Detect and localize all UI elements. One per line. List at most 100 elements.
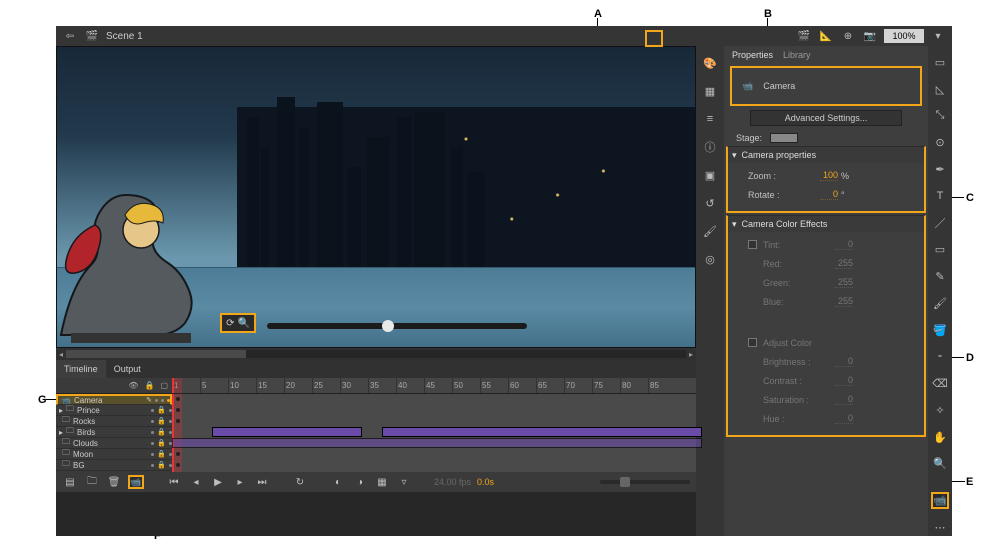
tween-span[interactable] bbox=[212, 427, 362, 437]
free-transform-icon[interactable]: ⤡ bbox=[931, 108, 949, 125]
new-folder-icon[interactable]: 🗀 bbox=[84, 474, 100, 490]
onion2-icon[interactable]: ◑ bbox=[352, 474, 368, 490]
frame-grid[interactable] bbox=[172, 394, 696, 472]
tween-span[interactable] bbox=[382, 427, 702, 437]
lock-closed-icon[interactable]: 🔒 bbox=[157, 406, 166, 414]
tab-properties[interactable]: Properties bbox=[732, 50, 773, 60]
zoom-tool-icon[interactable]: 🔍 bbox=[931, 455, 949, 472]
visibility-icon[interactable]: 👁 bbox=[128, 381, 138, 390]
section-header-camera-props[interactable]: ▾Camera properties bbox=[728, 147, 924, 163]
subselect-tool-icon[interactable]: ◺ bbox=[931, 81, 949, 98]
layer-row[interactable]: 🗀Moon🔒 bbox=[56, 449, 172, 460]
ruler-icon[interactable]: 📐 bbox=[818, 28, 834, 44]
marker-icon[interactable]: ▿ bbox=[396, 474, 412, 490]
new-layer-icon[interactable]: ▤ bbox=[62, 474, 78, 490]
frame-tick: 20 bbox=[284, 378, 295, 393]
goto-first-icon[interactable]: ⏮ bbox=[166, 474, 182, 490]
cc-icon[interactable]: ◎ bbox=[701, 250, 719, 268]
keyframe[interactable] bbox=[176, 397, 180, 401]
align-icon[interactable]: ≡ bbox=[701, 110, 719, 128]
keyframe[interactable] bbox=[176, 419, 180, 423]
brush-panel-icon[interactable]: 🖌 bbox=[701, 222, 719, 240]
playhead[interactable] bbox=[172, 378, 182, 393]
frame-tick: 60 bbox=[508, 378, 519, 393]
layer-row[interactable]: ▸🗀Birds🔒 bbox=[56, 427, 172, 438]
rotate-value[interactable]: 0 bbox=[820, 189, 838, 200]
annotation-g: G bbox=[38, 394, 47, 406]
hand-tool-icon[interactable]: ✋ bbox=[931, 429, 949, 446]
swatches-icon[interactable]: ▦ bbox=[701, 82, 719, 100]
line-tool-icon[interactable]: ／ bbox=[931, 215, 949, 232]
zoom-field[interactable]: 100% bbox=[884, 29, 924, 43]
time-label: 0.0s bbox=[477, 477, 494, 487]
step-back-icon[interactable]: ◂ bbox=[188, 474, 204, 490]
vis-dot[interactable] bbox=[155, 399, 158, 402]
layer-row[interactable]: ▸🗀Prince🔒 bbox=[56, 405, 172, 416]
lock-dot[interactable] bbox=[161, 399, 164, 402]
tint-checkbox[interactable] bbox=[748, 240, 757, 249]
tab-output[interactable]: Output bbox=[106, 360, 149, 378]
layer-row[interactable]: 🗀BG🔒 bbox=[56, 460, 172, 471]
bone-tool-icon[interactable]: ✧ bbox=[931, 402, 949, 419]
info-icon[interactable]: ⓘ bbox=[701, 138, 719, 156]
delete-layer-icon[interactable]: 🗑 bbox=[106, 474, 122, 490]
step-fwd-icon[interactable]: ▸ bbox=[232, 474, 248, 490]
stage-color-swatch[interactable] bbox=[770, 133, 798, 143]
object-type-label: Camera bbox=[763, 81, 795, 91]
timeline-zoom-slider[interactable] bbox=[600, 480, 690, 484]
camera-toggle-icon[interactable]: 📷 bbox=[862, 28, 878, 44]
lock-icon[interactable]: 🔒 bbox=[144, 381, 154, 390]
keyframe[interactable] bbox=[176, 408, 180, 412]
slider-thumb[interactable] bbox=[382, 320, 394, 332]
adjust-checkbox[interactable] bbox=[748, 338, 757, 347]
keyframe[interactable] bbox=[176, 452, 180, 456]
section-header-color-fx[interactable]: ▾Camera Color Effects bbox=[728, 216, 924, 232]
camera-tool-icon[interactable]: 📹 bbox=[931, 492, 949, 509]
zoom-value[interactable]: 100 bbox=[820, 170, 838, 181]
stage-camera-slider[interactable] bbox=[267, 323, 527, 329]
timeline-header: 👁 🔒 ▢ 1 5 10 15 20 25 30 35 40 4 bbox=[56, 378, 696, 394]
tab-library[interactable]: Library bbox=[783, 50, 811, 60]
color-panel-icon[interactable]: 🎨 bbox=[701, 54, 719, 72]
prop-rotate: Rotate : 0 ° bbox=[748, 188, 912, 201]
back-icon[interactable]: ⇦ bbox=[62, 28, 78, 44]
bucket-tool-icon[interactable]: 🪣 bbox=[931, 322, 949, 339]
layer-row[interactable]: 🗀Clouds🔒 bbox=[56, 438, 172, 449]
outline-dot[interactable] bbox=[167, 399, 170, 402]
pen-tool-icon[interactable]: ✒ bbox=[931, 161, 949, 178]
transform-icon[interactable]: ▣ bbox=[701, 166, 719, 184]
keyframe[interactable] bbox=[176, 463, 180, 467]
rect-tool-icon[interactable]: ▭ bbox=[931, 241, 949, 258]
stage-camera-control[interactable]: ⟳ 🔍 bbox=[220, 313, 256, 333]
scene-icon[interactable]: 🎬 bbox=[84, 28, 100, 44]
target-icon[interactable]: ⊕ bbox=[840, 28, 856, 44]
frame-tick: 10 bbox=[228, 378, 239, 393]
lasso-tool-icon[interactable]: ⊙ bbox=[931, 134, 949, 151]
stage-scrollbar[interactable]: ◂ ▸ bbox=[56, 348, 696, 360]
play-icon[interactable]: ▶ bbox=[210, 474, 226, 490]
playhead-body[interactable] bbox=[172, 394, 182, 472]
tab-timeline[interactable]: Timeline bbox=[56, 360, 106, 378]
edit-mult-icon[interactable]: ▦ bbox=[374, 474, 390, 490]
selection-tool-icon[interactable]: ▭ bbox=[931, 54, 949, 71]
options-icon[interactable]: ⋯ bbox=[931, 519, 949, 536]
pencil-tool-icon[interactable]: ✎ bbox=[931, 268, 949, 285]
advanced-settings-button[interactable]: Advanced Settings... bbox=[750, 110, 902, 126]
stage-column: ⟳ 🔍 ◂ ▸ Timeline bbox=[56, 46, 696, 536]
zoom-dropdown-icon[interactable]: ▾ bbox=[930, 28, 946, 44]
clapper-icon[interactable]: 🎬 bbox=[796, 28, 812, 44]
outline-icon[interactable]: ▢ bbox=[160, 381, 168, 390]
artwork-prince bbox=[56, 165, 221, 345]
loop-icon[interactable]: ↻ bbox=[292, 474, 308, 490]
text-tool-icon[interactable]: T bbox=[931, 188, 949, 205]
goto-last-icon[interactable]: ⏭ bbox=[254, 474, 270, 490]
tween-span[interactable] bbox=[172, 438, 702, 448]
eraser-tool-icon[interactable]: ⌫ bbox=[931, 375, 949, 392]
history-icon[interactable]: ↺ bbox=[701, 194, 719, 212]
stage-canvas[interactable]: ⟳ 🔍 bbox=[56, 46, 696, 348]
brush-tool-icon[interactable]: 🖌 bbox=[931, 295, 949, 312]
camera-tool-button[interactable]: 📹 bbox=[128, 475, 144, 489]
eyedropper-icon[interactable]: ⁃ bbox=[931, 348, 949, 365]
onion-icon[interactable]: ◐ bbox=[330, 474, 346, 490]
tint-value[interactable]: 0 bbox=[835, 239, 853, 250]
